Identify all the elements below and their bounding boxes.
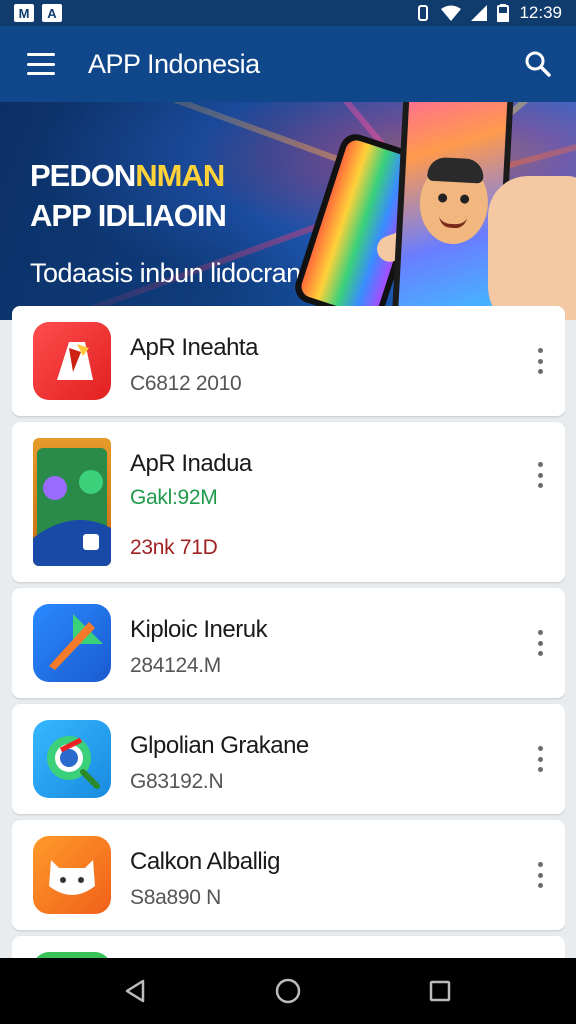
app-meta-secondary: 23nk 71D [130,536,218,559]
app-list: ApR Ineahta C6812 2010 ApR Inadua Gakl:9… [12,306,565,958]
list-item[interactable]: Calkon Alballig S8a890 N [12,820,565,930]
app-bar: APP Indonesia [0,26,576,102]
app-meta: Gakl:92M [130,486,218,509]
list-item[interactable]: Kiploic Ineruk 284124.M [12,588,565,698]
list-item[interactable]: ApR Ineahta C6812 2010 [12,306,565,416]
app-meta: S8a890 N [130,886,222,909]
battery-icon [497,4,510,22]
more-options-icon[interactable] [535,630,545,656]
app-name: Glpolian Grakane [130,732,309,759]
mascot-face-illustration [417,156,490,246]
app-icon [33,322,111,400]
back-triangle-icon[interactable] [116,971,156,1011]
home-circle-icon[interactable] [268,971,308,1011]
gmail-notification-icon: M [14,4,34,22]
app-name: Calkon Alballig [130,848,280,875]
recents-square-icon[interactable] [420,971,460,1011]
app-name: ApR Inadua [130,450,252,477]
search-icon[interactable] [524,50,552,78]
app-icon [33,604,111,682]
more-options-icon[interactable] [535,746,545,772]
wifi-icon [441,5,462,21]
list-item[interactable]: ApR Inadua Gakl:92M 23nk 71D [12,422,565,582]
list-item[interactable]: Glpolian Grakane G83192.N [12,704,565,814]
vibrate-icon [418,5,429,21]
system-nav-bar [0,958,576,1024]
app-name: ApR Ineahta [130,334,258,361]
hamburger-menu-icon[interactable] [27,53,55,75]
banner-heading: PEDONNMAN APP IDLIAOIN [30,158,227,233]
app-title: APP Indonesia [88,48,260,79]
hand-illustration [488,176,576,320]
status-bar: M A 12:39 [0,0,576,26]
app-name: Kiploic Ineruk [130,616,268,643]
app-icon [33,836,111,914]
app-meta: G83192.N [130,770,224,793]
app-meta: C6812 2010 [130,372,242,395]
app-meta: 284124.M [130,654,222,677]
app-screenshot-thumbnail [33,438,111,566]
app-notification-icon: A [42,4,62,22]
more-options-icon[interactable] [535,862,545,888]
more-options-icon[interactable] [535,348,545,374]
more-options-icon[interactable] [535,462,545,488]
banner-subtitle: Todaasis inbun lidocran [30,258,301,288]
signal-icon [471,5,488,21]
list-item[interactable] [12,936,565,958]
app-icon [33,720,111,798]
status-time: 12:39 [519,3,562,22]
